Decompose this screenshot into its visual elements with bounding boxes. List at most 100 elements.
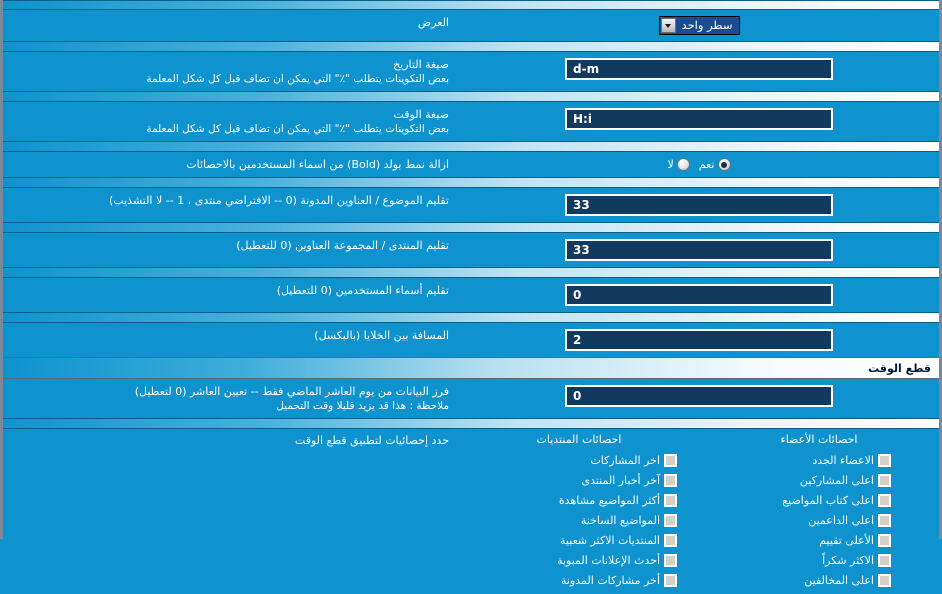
cutoff-statistics-labels: حدد إحصائيات لتطبيق قطع الوقت	[3, 429, 459, 452]
list-item-label: اخر المشاركات	[590, 453, 660, 467]
list-item[interactable]: اخر المشاركات	[459, 450, 699, 470]
display-labels: العرض	[3, 10, 459, 35]
list-item-label: المواضيع الساخنة	[580, 513, 660, 527]
checkbox-icon[interactable]	[878, 573, 891, 587]
setting-row-trim-forum-title: تقليم المنتدى / المجموعة العناوين (0 للت…	[3, 233, 939, 267]
section-header-time-cutoff: قطع الوقت	[3, 357, 939, 379]
display-select-wrapper[interactable]: سطر واحد	[658, 16, 740, 35]
list-item[interactable]: المنتديات الاكثر شعبية	[459, 530, 699, 550]
trim-thread-title-input[interactable]	[565, 194, 833, 216]
date-format-label: صيغة التاريخ	[393, 58, 449, 71]
cellspacing-labels: المسافة بين الخلايا (بالبكسل)	[3, 323, 459, 348]
setting-row-date-format: صيغة التاريخ بعض التكوينات يتطلب "٪" الت…	[3, 52, 939, 91]
checkbox-icon[interactable]	[878, 533, 891, 547]
list-item[interactable]: آخر أخبار المنتدى	[459, 470, 699, 490]
cellspacing-label: المسافة بين الخلايا (بالبكسل)	[314, 329, 449, 342]
checkbox-icon[interactable]	[878, 453, 891, 467]
cutoff-days-input[interactable]	[565, 385, 833, 407]
remove-bold-radio-yes[interactable]: نعم	[699, 158, 731, 171]
setting-row-cellspacing: المسافة بين الخلايا (بالبكسل)	[3, 323, 939, 357]
checkbox-icon[interactable]	[878, 473, 891, 487]
list-item-label: أكثر المواضيع مشاهدة	[558, 493, 660, 507]
checkbox-icon[interactable]	[878, 513, 891, 527]
divider-7	[3, 312, 939, 323]
list-item[interactable]: المواضيع الساخنة	[459, 510, 699, 530]
checkbox-icon[interactable]	[878, 493, 891, 507]
display-label: العرض	[417, 16, 449, 29]
list-item[interactable]: اعلى المخالفين	[699, 570, 939, 590]
list-item[interactable]: الاكثر شكراً	[699, 550, 939, 570]
list-item-label: اعلى كتاب المواضيع	[782, 493, 874, 507]
divider-8	[3, 418, 939, 429]
cellspacing-control	[459, 323, 939, 357]
list-item[interactable]: أكثر المواضيع مشاهدة	[459, 490, 699, 510]
list-item[interactable]: أخر مشاركات المدونة	[459, 570, 699, 590]
section-title: قطع الوقت	[868, 361, 931, 375]
remove-bold-radio-yes-label: نعم	[698, 158, 715, 171]
time-format-labels: صيغة الوقت بعض التكوينات يتطلب "٪" التي …	[3, 102, 459, 141]
checkbox-icon[interactable]	[664, 493, 677, 507]
setting-row-cutoff-days: فرز البيانات من يوم العاشر الماضي فقط --…	[3, 379, 939, 418]
list-item[interactable]: أحدث الإعلانات المبوبة	[459, 550, 699, 570]
setting-row-trim-usernames: تقليم أسماء المستخدمين (0 للتعطيل)	[3, 278, 939, 312]
list-item-label: أخر مشاركات المدونة	[560, 573, 660, 587]
checkbox-column-members-heading: احصائات الأعضاء	[780, 433, 858, 446]
setting-row-time-format: صيغة الوقت بعض التكوينات يتطلب "٪" التي …	[3, 102, 939, 141]
checkbox-icon[interactable]	[664, 573, 677, 587]
list-item[interactable]: الأعلى تقييم	[699, 530, 939, 550]
list-item[interactable]: اعلى الداعمين	[699, 510, 939, 530]
cutoff-days-label: فرز البيانات من يوم العاشر الماضي فقط --…	[134, 385, 449, 398]
checkbox-icon[interactable]	[664, 473, 677, 487]
radio-selected-icon[interactable]	[717, 158, 731, 171]
checkbox-icon[interactable]	[664, 513, 677, 527]
checkbox-icon[interactable]	[664, 453, 677, 467]
display-control: سطر واحد	[459, 10, 939, 41]
remove-bold-labels: ازالة نمط بولد (Bold) من اسماء المستخدمي…	[3, 152, 459, 177]
divider-3	[3, 141, 939, 152]
checkbox-column-forums: احصائات المنتديات اخر المشاركات آخر أخبا…	[459, 431, 699, 590]
radio-unselected-icon[interactable]	[676, 158, 690, 171]
cutoff-days-note: ملاحظة : هذا قد يزيد قليلا وقت التحميل	[276, 400, 449, 412]
divider-top	[3, 0, 939, 10]
list-item-label: اعلى الداعمين	[808, 513, 874, 527]
settings-page: سطر واحد العرض صيغة التاريخ بعض التكوينا…	[0, 0, 942, 594]
cutoff-days-control	[459, 379, 939, 413]
cutoff-statistics-area: احصائات الأعضاء الاعضاء الجدد اعلى المشا…	[3, 429, 939, 594]
time-format-control	[459, 102, 939, 136]
setting-row-trim-thread-title: تقليم الموضوع / العناوين المدونة (0 -- ا…	[3, 188, 939, 222]
display-select[interactable]: سطر واحد	[658, 16, 740, 35]
divider-2	[3, 91, 939, 102]
list-item-label: الأعلى تقييم	[819, 533, 874, 547]
setting-row-remove-bold: نعم لا ازالة نمط بولد (Bold) من اسماء ال…	[3, 152, 939, 177]
trim-forum-title-input[interactable]	[565, 239, 833, 261]
list-item[interactable]: الاعضاء الجدد	[699, 450, 939, 470]
trim-usernames-input[interactable]	[565, 284, 833, 306]
list-item-label: الاعضاء الجدد	[812, 453, 874, 467]
cutoff-days-labels: فرز البيانات من يوم العاشر الماضي فقط --…	[3, 379, 459, 418]
trim-forum-title-label: تقليم المنتدى / المجموعة العناوين (0 للت…	[236, 239, 449, 252]
checkbox-column-members: احصائات الأعضاء الاعضاء الجدد اعلى المشا…	[699, 431, 939, 590]
date-format-labels: صيغة التاريخ بعض التكوينات يتطلب "٪" الت…	[3, 52, 459, 91]
date-format-hint: بعض التكوينات يتطلب "٪" التي يمكن ان تضا…	[146, 73, 449, 85]
date-format-control	[459, 52, 939, 86]
list-item[interactable]: اعلى كتاب المواضيع	[699, 490, 939, 510]
trim-forum-title-labels: تقليم المنتدى / المجموعة العناوين (0 للت…	[3, 233, 459, 258]
divider-1	[3, 41, 939, 52]
divider-5	[3, 222, 939, 233]
trim-thread-title-label: تقليم الموضوع / العناوين المدونة (0 -- ا…	[109, 194, 449, 207]
trim-usernames-labels: تقليم أسماء المستخدمين (0 للتعطيل)	[3, 278, 459, 303]
date-format-input[interactable]	[565, 58, 833, 80]
checkbox-icon[interactable]	[878, 553, 891, 567]
list-item[interactable]: اعلى المشاركين	[699, 470, 939, 490]
cellspacing-input[interactable]	[565, 329, 833, 351]
list-item-label: الاكثر شكراً	[822, 553, 874, 567]
divider-4	[3, 177, 939, 188]
checkbox-icon[interactable]	[664, 553, 677, 567]
remove-bold-control: نعم لا	[459, 152, 939, 177]
remove-bold-label: ازالة نمط بولد (Bold) من اسماء المستخدمي…	[186, 158, 449, 171]
remove-bold-radio-no[interactable]: لا	[668, 158, 690, 171]
time-format-input[interactable]	[565, 108, 833, 130]
cutoff-statistics-label: حدد إحصائيات لتطبيق قطع الوقت	[294, 434, 449, 447]
checkbox-icon[interactable]	[664, 533, 677, 547]
checkbox-columns: احصائات الأعضاء الاعضاء الجدد اعلى المشا…	[459, 429, 939, 594]
